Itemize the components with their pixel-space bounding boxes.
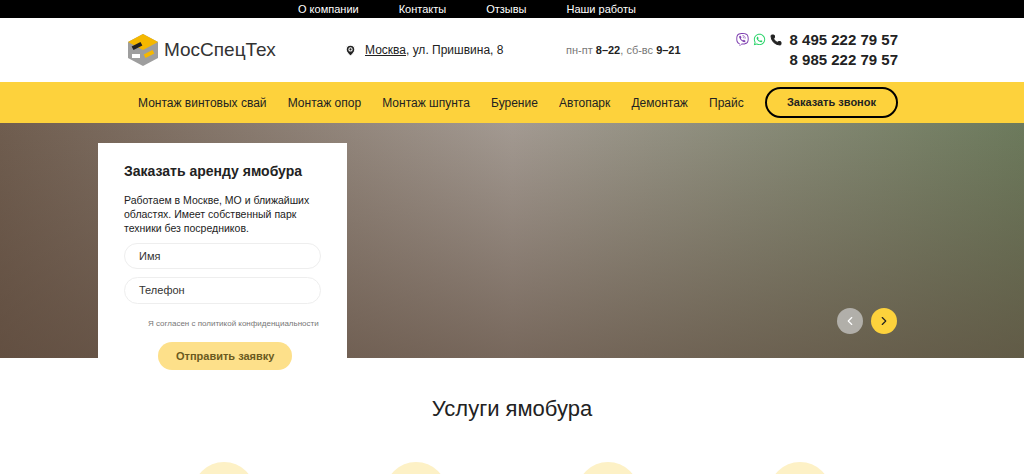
hours: пн-пт 8–22, сб-вс 9–21	[566, 42, 716, 59]
chevron-left-icon	[843, 314, 857, 328]
main-nav-link[interactable]: Монтаж винтовых свай	[138, 94, 267, 112]
top-nav-link[interactable]: Наши работы	[566, 4, 635, 15]
main-nav-link[interactable]: Автопарк	[559, 94, 610, 112]
main-nav-link[interactable]: Бурение	[491, 94, 538, 112]
top-nav-link[interactable]: Отзывы	[486, 4, 526, 15]
viber-icon[interactable]	[736, 33, 749, 46]
header: МосСпецТехМосква, ул. Пришвина, 8пн-пт 8…	[0, 18, 1024, 82]
city-link[interactable]: Москва	[365, 43, 406, 57]
phone-icon	[770, 34, 782, 46]
main-nav-link[interactable]: Монтаж шпунта	[382, 94, 470, 112]
form-field[interactable]: Телефон	[124, 277, 321, 304]
submit-button[interactable]: Отправить заявку	[158, 342, 292, 371]
form-field[interactable]: Имя	[124, 243, 321, 270]
service-circle	[385, 462, 447, 474]
slider-next-button[interactable]	[871, 308, 897, 334]
whatsapp-icon[interactable]	[753, 33, 766, 46]
top-nav-link[interactable]: Контакты	[399, 4, 447, 15]
chevron-right-icon	[877, 314, 891, 328]
callback-button[interactable]: Заказать звонок	[765, 87, 898, 118]
main-nav-link[interactable]: Прайс	[709, 94, 744, 112]
service-circle	[769, 462, 831, 474]
hero: Заказать аренду ямобураРаботаем в Москве…	[0, 123, 1024, 358]
service-circle	[193, 462, 255, 474]
service-circle	[577, 462, 639, 474]
consent-text[interactable]: Я согласен с политикой конфиденциальност…	[148, 318, 319, 330]
order-form: Заказать аренду ямобураРаботаем в Москве…	[98, 143, 347, 380]
main-nav: Монтаж винтовых свай Монтаж опор Монтаж шп…	[0, 82, 1024, 123]
pin-icon	[344, 44, 357, 57]
address: Москва, ул. Пришвина, 8	[344, 41, 566, 59]
main-nav-link[interactable]: Демонтаж	[631, 94, 687, 112]
logo-icon	[126, 32, 160, 68]
slider-prev-button[interactable]	[837, 308, 863, 334]
top-nav-link[interactable]: О компании	[298, 4, 359, 15]
phone-number[interactable]: 8 985 222 79 57	[790, 50, 898, 70]
top-bar: О компании Контакты Отзывы Наши работы	[0, 0, 1024, 18]
logo[interactable]: МосСпецТех	[126, 32, 344, 68]
section-title: Услуги ямобура	[0, 396, 1024, 422]
main-nav-link[interactable]: Монтаж опор	[288, 94, 361, 112]
phone-number[interactable]: 8 495 222 79 57	[790, 30, 898, 50]
page: О компании Контакты Отзывы Наши работы МосСп…	[0, 0, 1024, 474]
